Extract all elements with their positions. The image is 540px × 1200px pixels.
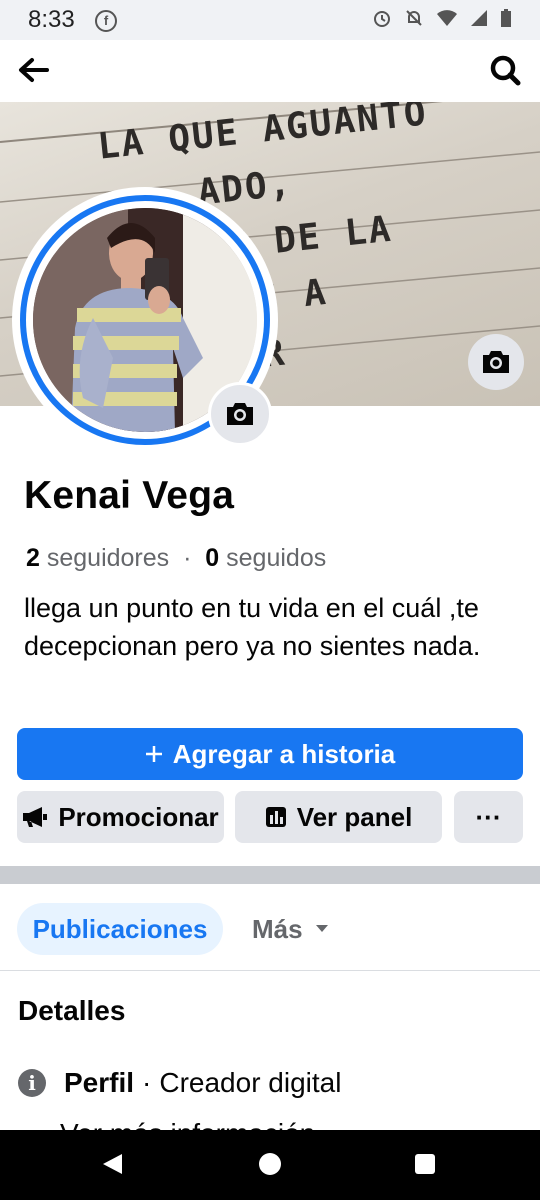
edit-avatar-button[interactable] [208,382,272,446]
more-dots-icon: ··· [475,801,502,832]
notifications-off-icon [406,10,422,26]
profile-separator: · [142,1067,152,1098]
add-story-button[interactable]: Agregar a historia [17,728,523,780]
facebook-icon: f [95,10,117,32]
profile-category: Creador digital [159,1067,342,1098]
profile-label: Perfil [64,1067,135,1098]
dashboard-button[interactable]: Ver panel [235,791,442,843]
details-heading: Detalles [18,995,126,1026]
nav-recents-icon[interactable] [415,1154,435,1174]
nav-back-icon[interactable] [100,1152,124,1176]
followers-count[interactable]: 2 [26,544,40,572]
search-icon [490,55,521,86]
info-icon: i [18,1069,46,1097]
plus-icon [145,746,162,762]
divider [0,970,540,971]
arrow-left-icon [19,58,49,82]
edit-cover-button[interactable] [468,334,524,390]
alarm-icon [374,11,390,27]
battery-icon [501,9,511,27]
chart-icon [265,807,286,827]
status-bar: 8:33 f [0,0,540,40]
profile-name: Kenai Vega [24,474,235,517]
app-bar [0,40,540,102]
status-icons [372,8,512,28]
dot-separator: · [176,544,199,572]
caret-down-icon [315,925,328,932]
status-time: 8:33 [28,6,75,33]
dashboard-label: Ver panel [296,801,413,832]
tab-publicaciones-label: Publicaciones [32,913,208,944]
following-count[interactable]: 0 [205,544,219,572]
promote-label: Promocionar [58,801,219,832]
back-button[interactable] [14,52,54,92]
signal-icon [471,10,487,26]
camera-icon [227,403,253,425]
followers-label[interactable]: seguidores [47,544,169,572]
system-nav-bar [0,1130,540,1200]
following-label[interactable]: seguidos [226,544,326,572]
wifi-icon [437,10,457,26]
add-story-label: Agregar a historia [172,738,396,769]
tab-publicaciones[interactable]: Publicaciones [17,903,223,955]
camera-icon [483,351,509,373]
promote-button[interactable]: Promocionar [17,791,224,843]
profile-bio: llega un punto en tu vida en el cuál ,te… [24,593,481,661]
profile-category-row: i Perfil · Creador digital [18,1064,341,1102]
section-separator [0,866,540,884]
tab-mas-label: Más [252,913,303,944]
search-button[interactable] [486,52,526,92]
megaphone-icon [23,807,48,827]
nav-home-icon[interactable] [259,1153,281,1175]
tab-mas[interactable]: Más [252,903,329,955]
follow-stats: 2 seguidores · 0 seguidos [26,544,326,573]
more-options-button[interactable]: ··· [454,791,523,843]
